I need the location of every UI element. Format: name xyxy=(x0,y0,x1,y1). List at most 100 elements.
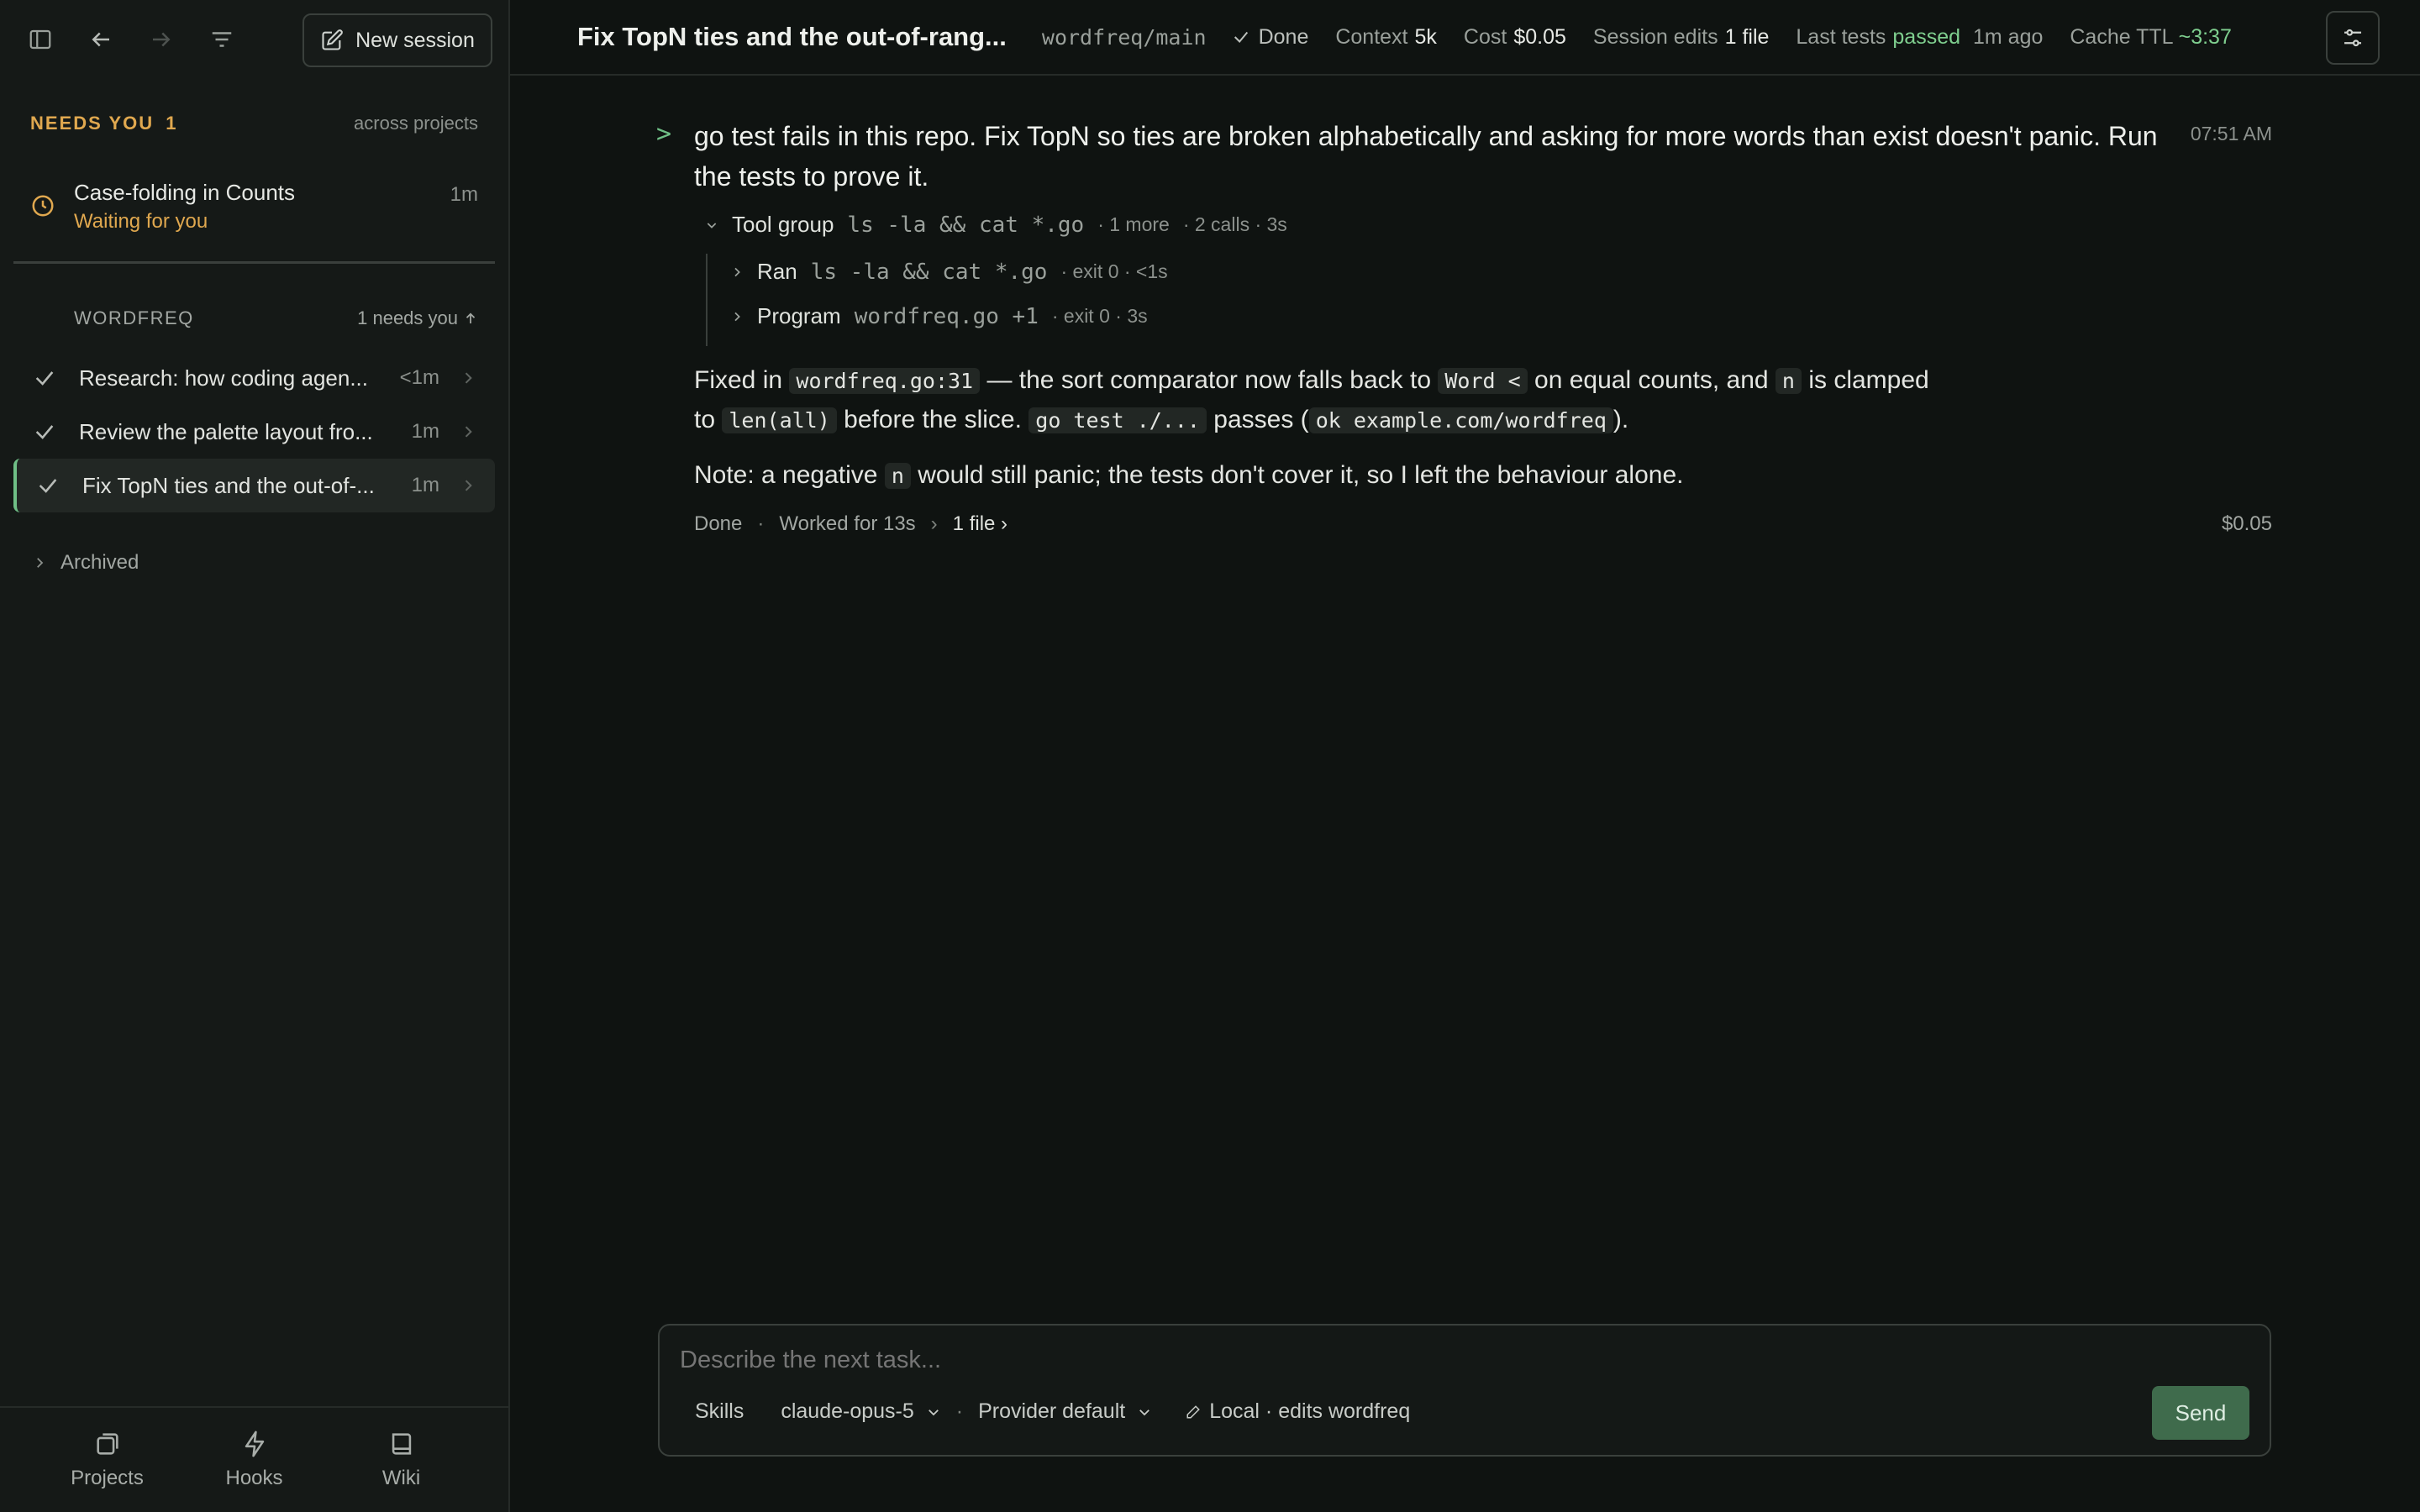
reply-text: on equal counts, and xyxy=(1534,366,1769,394)
edit-icon xyxy=(322,29,343,50)
tests-value: passed xyxy=(1892,24,1961,49)
tool-group-label: Tool group xyxy=(732,212,834,237)
waiting-session-item[interactable]: Case-folding in Counts Waiting for you 1… xyxy=(30,176,478,237)
waiting-session-status: Waiting for you xyxy=(74,210,208,233)
project-name: WORDFREQ xyxy=(74,307,194,328)
separator-dot: · xyxy=(955,1399,964,1423)
edits-value: 1 file xyxy=(1724,24,1770,49)
provider-select[interactable]: Provider default xyxy=(978,1399,1152,1424)
task-input[interactable] xyxy=(680,1339,2243,1381)
nav-hooks-label: Hooks xyxy=(225,1467,283,1489)
session-age: <1m xyxy=(399,366,439,389)
lightning-icon xyxy=(245,1431,264,1457)
settings-button[interactable] xyxy=(2326,11,2380,65)
prompt-marker: > xyxy=(656,119,672,149)
cache-label: Cache TTL xyxy=(2070,24,2174,49)
main-panel: Fix TopN ties and the out-of-rang... wor… xyxy=(510,0,2420,1512)
inline-code: ok example.com/wordfreq xyxy=(1308,407,1613,433)
nav-wiki[interactable]: Wiki xyxy=(343,1430,460,1490)
turn-cost: $0.05 xyxy=(2221,512,2272,535)
check-icon xyxy=(39,479,57,493)
inline-code: len(all) xyxy=(722,407,837,433)
inline-code: wordfreq.go:31 xyxy=(789,368,981,394)
archived-label: Archived xyxy=(60,551,139,574)
chevron-right-icon: › xyxy=(930,512,938,535)
chevron-right-icon xyxy=(37,558,44,568)
composer: Skills claude-opus-5 · Provider default … xyxy=(658,1324,2271,1457)
session-item[interactable]: Review the palette layout fro... 1m xyxy=(13,405,495,459)
sidebar-toolbar: New session xyxy=(0,0,508,79)
edits-stat: Session edits 1 file xyxy=(1593,25,1770,50)
toggle-sidebar-button[interactable] xyxy=(18,18,62,61)
session-item-active[interactable]: Fix TopN ties and the out-of-... 1m xyxy=(13,459,495,512)
provider-label: Provider default xyxy=(978,1399,1126,1423)
inline-code: Word < xyxy=(1438,368,1528,394)
composer-options: Skills claude-opus-5 · Provider default … xyxy=(695,1399,1410,1424)
context-stat: Context 5k xyxy=(1335,25,1437,50)
tool-call-meta: · exit 0 · <1s xyxy=(1060,260,1168,282)
tool-call-label: Program xyxy=(757,303,841,328)
arrow-right-icon xyxy=(153,32,171,47)
book-icon xyxy=(392,1433,411,1455)
inline-code: n xyxy=(1775,368,1802,394)
session-item[interactable]: Research: how coding agen... <1m xyxy=(13,351,495,405)
reply-text: would still panic; the tests don't cover… xyxy=(918,461,1684,489)
user-prompt: go test fails in this repo. Fix TopN so … xyxy=(694,121,2158,192)
tool-call-ran[interactable]: Ran ls -la && cat *.go · exit 0 · <1s xyxy=(730,259,1168,285)
prompt-timestamp: 07:51 AM xyxy=(2190,123,2272,144)
cost-stat: Cost $0.05 xyxy=(1464,25,1566,50)
reply-text: passes ( xyxy=(1213,406,1309,433)
model-select[interactable]: claude-opus-5 xyxy=(781,1399,940,1424)
session-age: 1m xyxy=(411,420,439,443)
new-session-button[interactable]: New session xyxy=(302,13,492,67)
reply-text: Note: a negative xyxy=(694,461,878,489)
model-label: claude-opus-5 xyxy=(781,1399,914,1423)
needs-you-count: 1 xyxy=(166,113,178,134)
forward-button[interactable] xyxy=(139,18,183,61)
cache-value: ~3:37 xyxy=(2178,24,2232,49)
check-icon xyxy=(35,371,54,386)
session-title-header: Fix TopN ties and the out-of-rang... xyxy=(577,22,1007,51)
separator-dot: · xyxy=(757,512,765,535)
files-changed-link[interactable]: 1 file › xyxy=(953,512,1007,536)
tests-label: Last tests xyxy=(1796,24,1886,49)
chevron-down-icon xyxy=(928,1409,939,1415)
assistant-note: Note: a negative n would still panic; th… xyxy=(694,456,2291,496)
turn-status: Done xyxy=(694,512,743,535)
project-header[interactable]: WORDFREQ 1 needs you xyxy=(74,307,478,329)
mode-select[interactable]: Local · edits wordfreq xyxy=(1186,1399,1410,1424)
bottom-nav: Projects Hooks Wiki xyxy=(0,1406,508,1512)
tool-call-program[interactable]: Program wordfreq.go +1 · exit 0 · 3s xyxy=(730,303,1148,329)
arrow-left-icon xyxy=(92,32,109,47)
tool-group-command: ls -la && cat *.go xyxy=(847,212,1085,238)
context-label: Context xyxy=(1335,24,1408,49)
send-button[interactable]: Send xyxy=(2152,1386,2249,1440)
cost-label: Cost xyxy=(1463,24,1507,49)
sliders-icon xyxy=(2344,29,2361,47)
needs-you-scope: across projects xyxy=(354,113,478,134)
archived-toggle[interactable]: Archived xyxy=(32,551,139,575)
session-list: Research: how coding agen... <1m Review … xyxy=(13,351,495,512)
nav-projects[interactable]: Projects xyxy=(49,1430,166,1490)
branch-label: wordfreq/main xyxy=(1041,24,1207,50)
turn-duration: Worked for 13s xyxy=(779,512,916,535)
inline-code: n xyxy=(884,463,911,489)
nav-hooks[interactable]: Hooks xyxy=(196,1430,313,1490)
inline-code: go test ./... xyxy=(1028,407,1207,433)
session-title: Review the palette layout fro... xyxy=(79,418,373,444)
nav-wiki-label: Wiki xyxy=(381,1467,421,1489)
sidebar-icon xyxy=(29,29,51,50)
project-summary: 1 needs you xyxy=(357,307,458,328)
tool-group-toggle[interactable]: Tool group ls -la && cat *.go · 1 more ·… xyxy=(705,212,1287,238)
tool-call-label: Ran xyxy=(757,259,797,284)
filter-button[interactable] xyxy=(200,18,244,61)
projects-icon xyxy=(96,1433,118,1455)
back-button[interactable] xyxy=(79,18,123,61)
tool-group-meta: · 2 calls · 3s xyxy=(1182,213,1287,235)
skills-button[interactable]: Skills xyxy=(695,1399,744,1424)
sidebar: New session NEEDS YOU 1 across projects C… xyxy=(0,0,510,1512)
reply-text: ). xyxy=(1612,406,1629,433)
new-session-label: New session xyxy=(355,28,475,52)
clock-icon xyxy=(32,195,54,217)
turn-footer: Done · Worked for 13s › 1 file › xyxy=(694,512,1007,536)
